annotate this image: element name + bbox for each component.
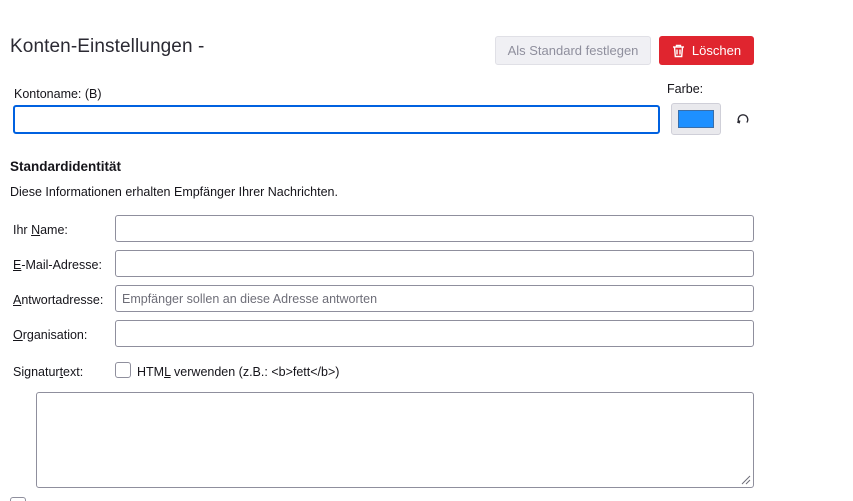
color-label: Farbe:: [667, 82, 704, 96]
reply-to-input[interactable]: [115, 285, 754, 312]
your-name-input[interactable]: [115, 215, 754, 242]
email-input[interactable]: [115, 250, 754, 277]
organization-input[interactable]: [115, 320, 754, 347]
email-label: E-Mail-Adresse:: [13, 258, 102, 272]
account-name-input[interactable]: [13, 105, 660, 134]
organization-label: Organisation:: [13, 328, 88, 342]
identity-section-title: Standardidentität: [10, 159, 122, 174]
delete-button-label: Löschen: [691, 43, 742, 58]
reset-color-icon[interactable]: [736, 112, 750, 126]
reply-to-label: Antwortadresse:: [13, 293, 104, 307]
delete-button[interactable]: Löschen: [659, 36, 754, 65]
partial-checkbox[interactable]: [10, 497, 26, 501]
signature-label: Signaturtext:: [13, 365, 84, 379]
trash-icon: [672, 44, 685, 58]
set-default-button[interactable]: Als Standard festlegen: [495, 36, 651, 65]
html-signature-checkbox[interactable]: [115, 362, 131, 378]
resize-grip-icon[interactable]: [739, 473, 751, 485]
signature-textarea[interactable]: [36, 392, 754, 488]
account-name-label: Kontoname: (B): [14, 87, 102, 101]
identity-section-description: Diese Informationen erhalten Empfänger I…: [10, 185, 338, 199]
your-name-label: Ihr Name:: [13, 223, 68, 237]
page-title: Konten-Einstellungen -: [10, 36, 205, 57]
html-signature-label[interactable]: HTML verwenden (z.B.: <b>fett</b>): [137, 365, 339, 379]
color-picker[interactable]: [671, 103, 721, 135]
color-swatch-fill: [678, 110, 714, 128]
account-settings-page: Konten-Einstellungen - Als Standard fest…: [0, 0, 853, 501]
